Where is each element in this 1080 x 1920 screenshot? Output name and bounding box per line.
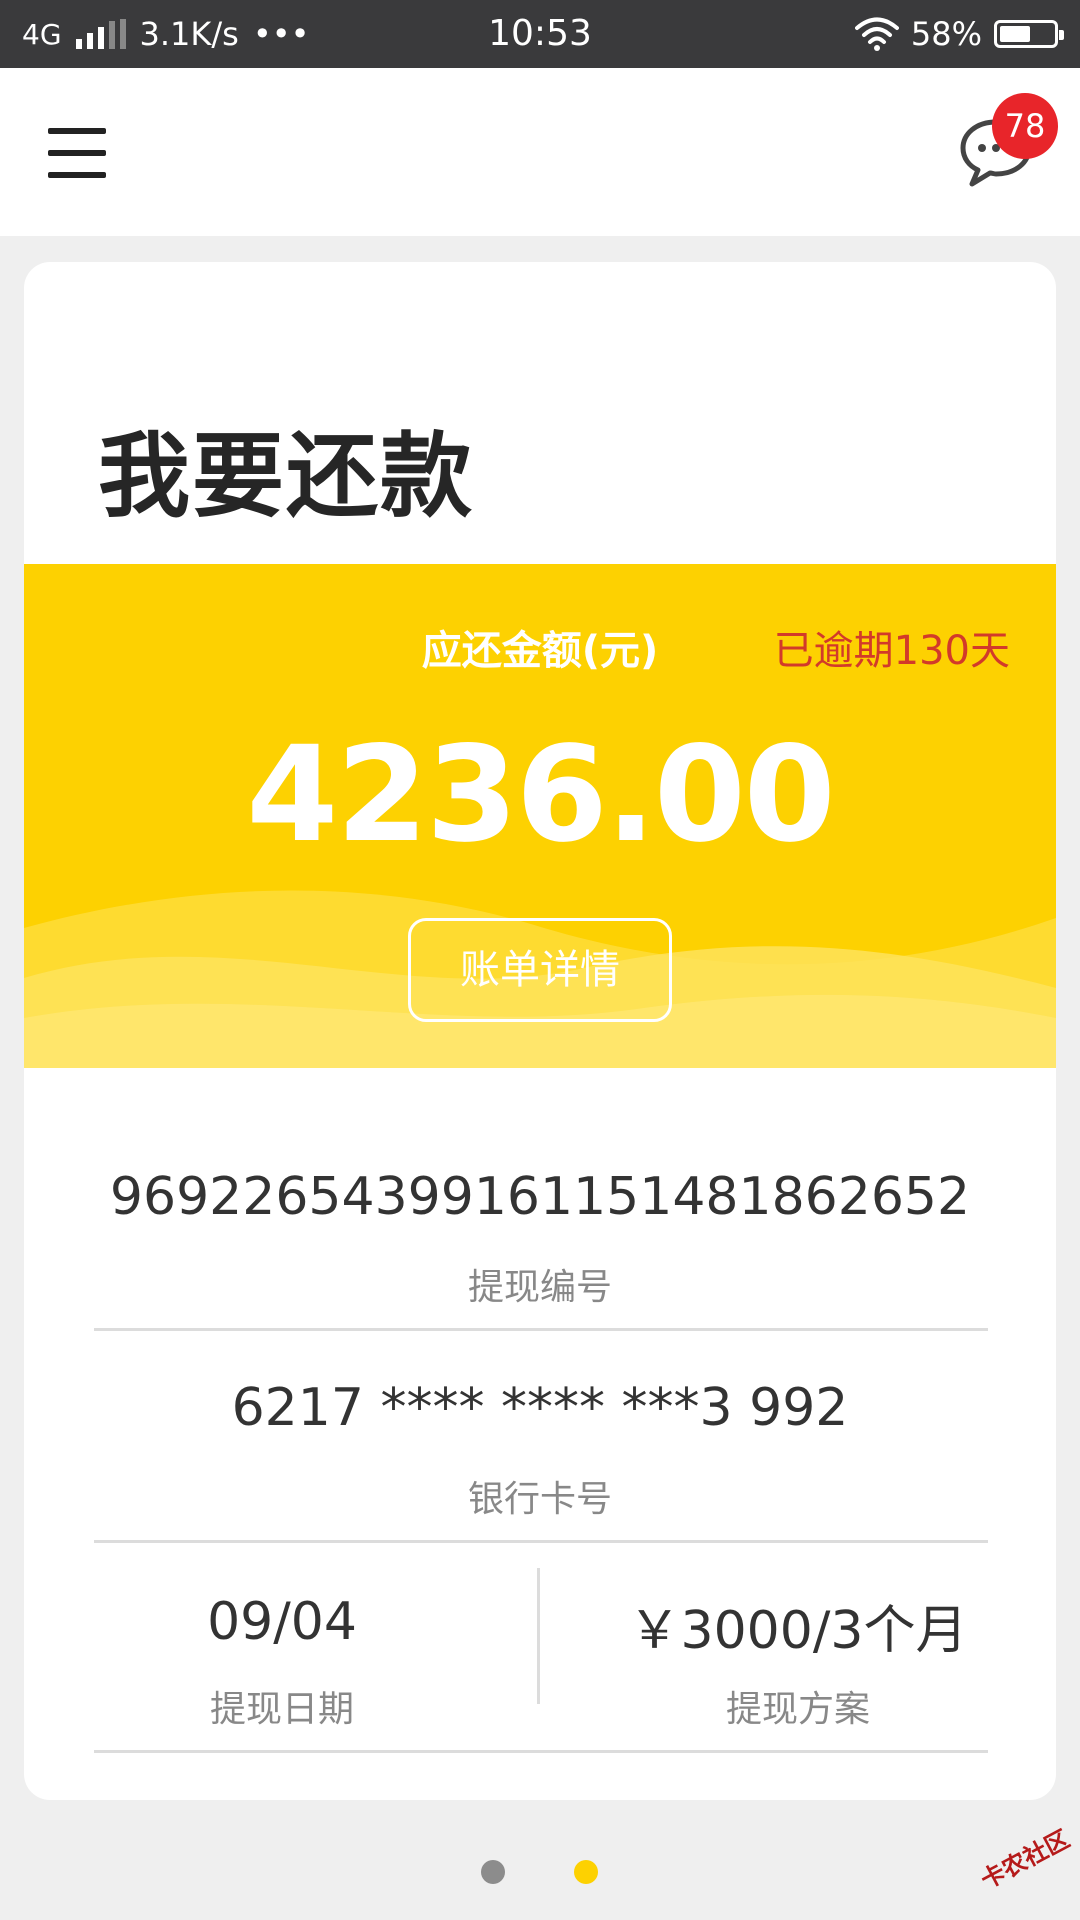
- withdraw-plan-value: ￥3000/3个月: [628, 1601, 968, 1661]
- amount-due-value: 4236.00: [246, 718, 835, 872]
- unread-badge: 78: [992, 93, 1058, 159]
- wifi-icon: [854, 17, 899, 51]
- withdraw-date-label: 提现日期: [209, 1689, 354, 1730]
- amount-banner: 应还金额(元) 已逾期130天 4236.00 账单详情: [24, 564, 1056, 1068]
- repayment-card: 我要还款 应还金额(元) 已逾期130天 4236.00 账单详情 969226…: [24, 262, 1056, 1800]
- bank-card-label: 银行卡号: [467, 1479, 612, 1520]
- status-bar: 4G 3.1K/s ••• 10:53 58%: [0, 0, 1080, 68]
- page-dot-1[interactable]: [481, 1860, 505, 1884]
- withdraw-number-label: 提现编号: [467, 1267, 612, 1308]
- divider: [94, 1540, 988, 1543]
- page-dot-2-active[interactable]: [574, 1860, 598, 1884]
- status-right: 58%: [854, 0, 1064, 68]
- page-indicator: [0, 1800, 1080, 1920]
- battery-icon: [994, 20, 1064, 48]
- battery-percent: 58%: [910, 15, 982, 53]
- battery-level: [1000, 26, 1030, 42]
- bill-details-button[interactable]: 账单详情: [408, 918, 672, 1022]
- divider: [94, 1328, 988, 1331]
- page-title: 我要还款: [98, 423, 475, 530]
- bank-card-value: 6217 **** **** ***3 992: [231, 1378, 849, 1438]
- divider: [94, 1750, 988, 1753]
- withdraw-plan-label: 提现方案: [725, 1689, 870, 1730]
- withdraw-date-value: 09/04: [207, 1592, 357, 1652]
- app-bar: 78: [0, 68, 1080, 236]
- hamburger-menu-icon[interactable]: [48, 125, 106, 181]
- withdraw-number-value: 969226543991611514818626​52: [109, 1167, 971, 1227]
- overdue-status: 已逾期130天: [773, 628, 1010, 674]
